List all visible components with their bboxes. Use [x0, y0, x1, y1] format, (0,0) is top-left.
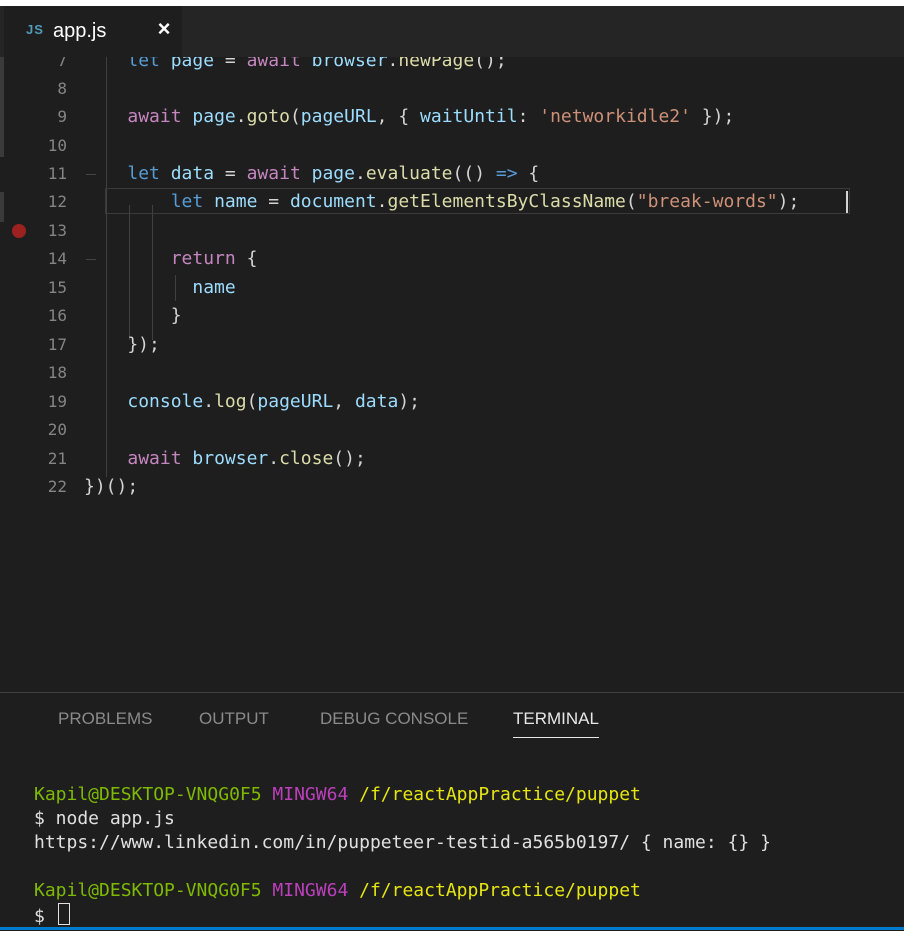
line-number: 17: [47, 335, 67, 354]
line-number: 7: [57, 57, 67, 70]
terminal-command: $ node app.js: [34, 808, 175, 829]
line-code: await page.goto(pageURL, { waitUntil: 'n…: [127, 106, 735, 127]
code-line: 16 }: [0, 302, 904, 330]
line-number: 11: [47, 164, 67, 183]
prompt-path: /f/reactAppPractice/puppet: [359, 880, 641, 901]
code-line: 8: [0, 75, 904, 103]
code-line: 11 let data = await page.evaluate(() => …: [0, 160, 904, 188]
close-icon[interactable]: ×: [154, 17, 174, 41]
line-number: 16: [47, 306, 67, 325]
tab-output[interactable]: OUTPUT: [199, 709, 269, 737]
line-number: 21: [47, 449, 67, 468]
line-number: 9: [57, 107, 67, 126]
prompt-shell: MINGW64: [272, 784, 349, 805]
line-code: let page = await browser.newPage();: [127, 57, 507, 71]
line-number: 20: [47, 420, 67, 439]
tab-debug-console[interactable]: DEBUG CONSOLE: [320, 709, 468, 737]
code-line: 9 await page.goto(pageURL, { waitUntil: …: [0, 103, 904, 131]
bottom-panel: PROBLEMS OUTPUT DEBUG CONSOLE TERMINAL K…: [0, 692, 904, 931]
prompt-user: Kapil@DESKTOP-VNQG0F5: [34, 784, 262, 805]
code-line: 21 await browser.close();: [0, 445, 904, 473]
code-line: 15 name: [0, 274, 904, 302]
terminal-input-line[interactable]: $: [34, 903, 70, 929]
code-line: 20: [0, 416, 904, 444]
text-cursor: [846, 191, 848, 213]
line-code: name: [192, 277, 236, 298]
line-number: 14: [47, 249, 67, 268]
line-code: })();: [84, 476, 139, 497]
terminal-prompt: Kapil@DESKTOP-VNQG0F5 MINGW64 /f/reactAp…: [34, 879, 641, 903]
line-number: 10: [47, 136, 67, 155]
terminal-prompt: Kapil@DESKTOP-VNQG0F5 MINGW64 /f/reactAp…: [34, 783, 641, 807]
code-line: 17 });: [0, 331, 904, 359]
code-line: 22 })();: [0, 473, 904, 501]
line-code: await browser.close();: [127, 448, 366, 469]
line-code: let data = await page.evaluate(() => {: [127, 163, 540, 184]
line-code: let name = document.getElementsByClassNa…: [170, 191, 800, 212]
line-number: 15: [47, 278, 67, 297]
terminal-output: https://www.linkedin.com/in/puppeteer-te…: [34, 832, 771, 853]
line-code: return {: [170, 248, 258, 269]
line-number: 13: [47, 221, 67, 240]
code-line: 19 console.log(pageURL, data);: [0, 388, 904, 416]
javascript-file-icon: JS: [26, 22, 44, 37]
line-code: });: [84, 334, 160, 355]
tab-label: app.js: [53, 20, 107, 42]
tab-terminal[interactable]: TERMINAL: [513, 709, 599, 738]
code-editor[interactable]: 7 let page = await browser.newPage(); 8 …: [0, 57, 904, 692]
line-code: }: [84, 305, 182, 326]
line-number: 22: [47, 477, 67, 496]
code-line: 18: [0, 359, 904, 387]
tab-problems[interactable]: PROBLEMS: [58, 709, 152, 737]
code-line: 7 let page = await browser.newPage();: [0, 57, 904, 75]
line-number: 8: [57, 79, 67, 98]
code-line: 12 let name = document.getElementsByClas…: [0, 188, 904, 216]
prompt-shell: MINGW64: [272, 880, 349, 901]
tab-app-js[interactable]: JS app.js ×: [4, 6, 182, 57]
code-line: 13: [0, 217, 904, 245]
code-line: 14 return {: [0, 245, 904, 273]
line-number: 12: [47, 192, 67, 211]
prompt-symbol: $: [34, 906, 45, 927]
line-code: console.log(pageURL, data);: [127, 391, 421, 412]
code-line: 10: [0, 132, 904, 160]
line-number: 19: [47, 392, 67, 411]
editor-tab-bar: JS app.js ×: [0, 6, 904, 57]
terminal-cursor: [57, 903, 70, 925]
line-number: 18: [47, 363, 67, 382]
prompt-user: Kapil@DESKTOP-VNQG0F5: [34, 880, 262, 901]
prompt-path: /f/reactAppPractice/puppet: [359, 784, 641, 805]
